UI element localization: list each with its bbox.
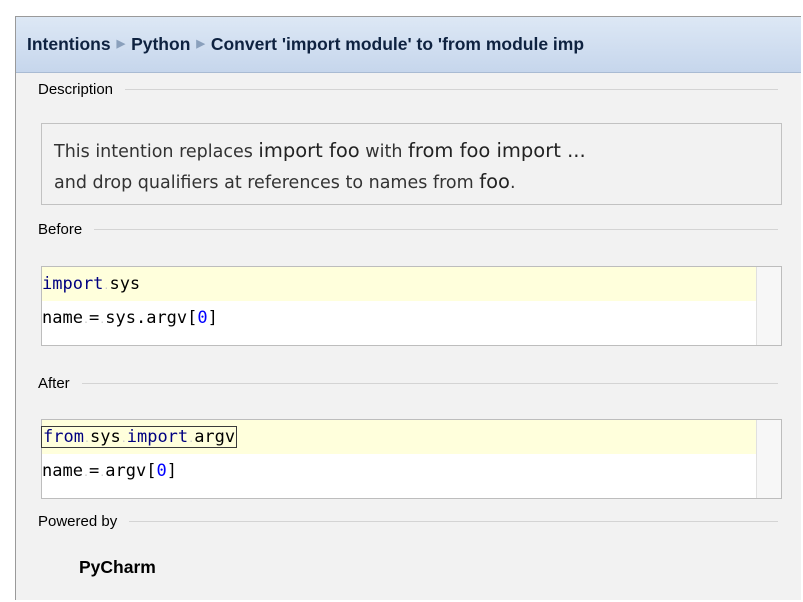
code-line: name.=.sys.argv[0] — [42, 308, 218, 328]
description-code: import foo — [258, 139, 360, 162]
divider — [125, 89, 778, 90]
after-label: After — [38, 375, 70, 392]
editor-scrollbar[interactable] — [756, 420, 781, 498]
description-label: Description — [38, 81, 114, 98]
description-text-part: and drop qualifiers at references to nam… — [54, 173, 480, 193]
code-token: sys — [89, 427, 121, 447]
code-token: ] — [166, 461, 177, 481]
description-text-part: . — [509, 173, 516, 193]
code-keyword: from — [43, 427, 84, 447]
divider — [94, 229, 778, 230]
highlighted-statement: from.sys.import.argv — [41, 426, 238, 448]
code-number: 0 — [156, 461, 167, 481]
description-code: foo — [479, 170, 510, 193]
code-line: import.sys — [42, 267, 757, 301]
code-token: argv[ — [105, 461, 157, 481]
breadcrumb-item-intention: Convert 'import module' to 'from module … — [210, 34, 585, 54]
before-label: Before — [38, 221, 83, 238]
code-line: from.sys.import.argv — [41, 420, 757, 454]
editor-scrollbar[interactable] — [756, 267, 781, 345]
breadcrumb-separator-icon: ▶ — [196, 38, 205, 50]
description-section-label: Description — [38, 81, 778, 98]
description-code: from foo import ... — [408, 139, 586, 162]
description-text-part: This intention replaces — [54, 142, 259, 162]
code-number: 0 — [197, 308, 208, 328]
code-token: = — [88, 461, 100, 481]
divider — [129, 521, 778, 522]
breadcrumb-separator-icon: ▶ — [116, 38, 126, 50]
breadcrumb-item-intentions[interactable]: Intentions — [27, 34, 111, 55]
plugin-name: PyCharm — [79, 557, 156, 577]
breadcrumb: Intentions ▶ Python ▶ Convert 'import mo… — [16, 17, 801, 73]
powered-by-section-label: Powered by — [38, 513, 778, 530]
description-text: This intention replaces import foo with … — [41, 123, 782, 205]
code-token: name — [42, 461, 83, 481]
code-token: sys.argv[ — [105, 308, 198, 328]
code-keyword: import — [42, 274, 104, 294]
breadcrumb-item-python[interactable]: Python — [131, 34, 190, 55]
code-keyword: import — [126, 427, 189, 447]
after-section-label: After — [38, 375, 778, 392]
after-code-editor[interactable]: from.sys.import.argv name.=.argv[0] — [41, 419, 782, 499]
code-token: argv — [194, 427, 236, 447]
code-token: = — [88, 308, 100, 328]
description-text-part: with — [359, 142, 408, 162]
before-section-label: Before — [38, 221, 778, 238]
intention-preview-panel: Intentions ▶ Python ▶ Convert 'import mo… — [15, 16, 801, 600]
code-token: sys — [109, 274, 141, 294]
code-token: ] — [207, 308, 218, 328]
powered-by-label: Powered by — [38, 513, 118, 530]
code-token: name — [42, 308, 83, 328]
code-line: name.=.argv[0] — [42, 461, 177, 481]
divider — [81, 383, 778, 384]
before-code-editor[interactable]: import.sys name.=.sys.argv[0] — [41, 266, 782, 346]
